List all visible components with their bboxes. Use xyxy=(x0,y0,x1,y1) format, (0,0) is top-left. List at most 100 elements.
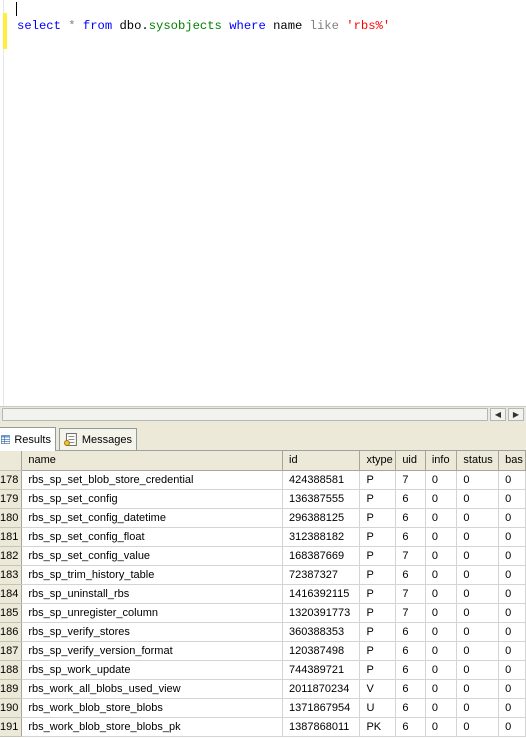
cell-info[interactable]: 0 xyxy=(425,660,458,680)
cell-info[interactable]: 0 xyxy=(425,603,458,623)
column-header-xtype[interactable]: xtype xyxy=(359,451,397,471)
cell-status[interactable]: 0 xyxy=(456,470,500,490)
column-header-id[interactable]: id xyxy=(282,451,361,471)
cell-info[interactable]: 0 xyxy=(425,470,458,490)
cell-name[interactable]: rbs_work_all_blobs_used_view xyxy=(21,679,284,699)
row-number[interactable]: 182 xyxy=(0,546,23,566)
table-row[interactable]: 179 rbs_sp_set_config 136387555 P 6 0 0 0 xyxy=(0,489,526,509)
row-number[interactable]: 183 xyxy=(0,565,23,585)
cell-name[interactable]: rbs_work_blob_store_blobs_pk xyxy=(21,717,284,737)
cell-xtype[interactable]: U xyxy=(359,698,397,718)
cell-uid[interactable]: 7 xyxy=(395,470,426,490)
cell-info[interactable]: 0 xyxy=(425,546,458,566)
cell-name[interactable]: rbs_sp_set_config_value xyxy=(21,546,284,566)
cell-status[interactable]: 0 xyxy=(456,527,500,547)
row-number[interactable]: 187 xyxy=(0,641,23,661)
table-row[interactable]: 180 rbs_sp_set_config_datetime 296388125 P 6… xyxy=(0,508,526,528)
sql-query-line[interactable]: select * from dbo.sysobjects where name … xyxy=(17,19,390,33)
cell-name[interactable]: rbs_work_blob_store_blobs xyxy=(21,698,284,718)
cell-id[interactable]: 424388581 xyxy=(282,470,361,490)
scroll-left-button[interactable]: ◀ xyxy=(490,408,506,421)
cell-id[interactable]: 296388125 xyxy=(282,508,361,528)
cell-id[interactable]: 72387327 xyxy=(282,565,361,585)
cell-status[interactable]: 0 xyxy=(456,584,500,604)
cell-info[interactable]: 0 xyxy=(425,679,458,699)
cell-info[interactable]: 0 xyxy=(425,508,458,528)
cell-bas[interactable]: 0 xyxy=(498,679,526,699)
table-row[interactable]: 191 rbs_work_blob_store_blobs_pk 138786801… xyxy=(0,717,526,737)
cell-xtype[interactable]: P xyxy=(359,470,397,490)
cell-info[interactable]: 0 xyxy=(425,489,458,509)
table-row[interactable]: 181 rbs_sp_set_config_float 312388182 P 6 0 0 0 xyxy=(0,527,526,547)
row-number[interactable]: 178 xyxy=(0,470,23,490)
results-grid[interactable]: name id xtype uid info status bas 178 rbs_sp_se… xyxy=(0,451,526,738)
cell-id[interactable]: 360388353 xyxy=(282,622,361,642)
cell-status[interactable]: 0 xyxy=(456,641,500,661)
cell-status[interactable]: 0 xyxy=(456,717,500,737)
cell-uid[interactable]: 6 xyxy=(395,489,426,509)
cell-bas[interactable]: 0 xyxy=(498,508,526,528)
cell-xtype[interactable]: P xyxy=(359,565,397,585)
table-row[interactable]: 188 rbs_sp_work_update 744389721 P 6 0 0 0 xyxy=(0,660,526,680)
row-number[interactable]: 188 xyxy=(0,660,23,680)
scrollbar-thumb[interactable] xyxy=(2,408,488,421)
cell-xtype[interactable]: PK xyxy=(359,717,397,737)
cell-status[interactable]: 0 xyxy=(456,546,500,566)
cell-bas[interactable]: 0 xyxy=(498,584,526,604)
cell-uid[interactable]: 7 xyxy=(395,603,426,623)
cell-uid[interactable]: 7 xyxy=(395,546,426,566)
cell-id[interactable]: 312388182 xyxy=(282,527,361,547)
row-number[interactable]: 189 xyxy=(0,679,23,699)
cell-uid[interactable]: 7 xyxy=(395,584,426,604)
cell-uid[interactable]: 6 xyxy=(395,698,426,718)
table-row[interactable]: 182 rbs_sp_set_config_value 168387669 P 7 0 0 0 xyxy=(0,546,526,566)
cell-xtype[interactable]: V xyxy=(359,679,397,699)
cell-id[interactable]: 1387868011 xyxy=(282,717,361,737)
cell-id[interactable]: 1371867954 xyxy=(282,698,361,718)
cell-info[interactable]: 0 xyxy=(425,641,458,661)
cell-id[interactable]: 120387498 xyxy=(282,641,361,661)
cell-bas[interactable]: 0 xyxy=(498,546,526,566)
cell-uid[interactable]: 6 xyxy=(395,660,426,680)
table-row[interactable]: 183 rbs_sp_trim_history_table 72387327 P 6 0 0… xyxy=(0,565,526,585)
row-number[interactable]: 184 xyxy=(0,584,23,604)
cell-name[interactable]: rbs_sp_trim_history_table xyxy=(21,565,284,585)
cell-info[interactable]: 0 xyxy=(425,584,458,604)
cell-status[interactable]: 0 xyxy=(456,698,500,718)
column-header-info[interactable]: info xyxy=(425,451,458,471)
cell-status[interactable]: 0 xyxy=(456,508,500,528)
cell-info[interactable]: 0 xyxy=(425,698,458,718)
cell-uid[interactable]: 6 xyxy=(395,622,426,642)
row-number[interactable]: 186 xyxy=(0,622,23,642)
cell-bas[interactable]: 0 xyxy=(498,622,526,642)
cell-uid[interactable]: 6 xyxy=(395,508,426,528)
cell-bas[interactable]: 0 xyxy=(498,660,526,680)
cell-xtype[interactable]: P xyxy=(359,622,397,642)
cell-id[interactable]: 136387555 xyxy=(282,489,361,509)
cell-uid[interactable]: 6 xyxy=(395,641,426,661)
column-header-uid[interactable]: uid xyxy=(395,451,426,471)
cell-id[interactable]: 2011870234 xyxy=(282,679,361,699)
tab-results[interactable]: Results xyxy=(0,427,56,451)
cell-info[interactable]: 0 xyxy=(425,717,458,737)
cell-status[interactable]: 0 xyxy=(456,603,500,623)
cell-name[interactable]: rbs_sp_set_config_datetime xyxy=(21,508,284,528)
column-header-status[interactable]: status xyxy=(456,451,500,471)
column-header-name[interactable]: name xyxy=(21,451,284,471)
column-header-bas[interactable]: bas xyxy=(498,451,526,471)
table-row[interactable]: 187 rbs_sp_verify_version_format 120387498… xyxy=(0,641,526,661)
cell-uid[interactable]: 6 xyxy=(395,527,426,547)
table-row[interactable]: 178 rbs_sp_set_blob_store_credential 42438… xyxy=(0,470,526,490)
cell-xtype[interactable]: P xyxy=(359,603,397,623)
scroll-right-button[interactable]: ▶ xyxy=(508,408,524,421)
cell-name[interactable]: rbs_sp_set_config xyxy=(21,489,284,509)
cell-bas[interactable]: 0 xyxy=(498,489,526,509)
row-number[interactable]: 179 xyxy=(0,489,23,509)
cell-xtype[interactable]: P xyxy=(359,508,397,528)
cell-name[interactable]: rbs_sp_work_update xyxy=(21,660,284,680)
cell-xtype[interactable]: P xyxy=(359,489,397,509)
cell-status[interactable]: 0 xyxy=(456,565,500,585)
cell-bas[interactable]: 0 xyxy=(498,603,526,623)
cell-uid[interactable]: 6 xyxy=(395,679,426,699)
cell-bas[interactable]: 0 xyxy=(498,565,526,585)
